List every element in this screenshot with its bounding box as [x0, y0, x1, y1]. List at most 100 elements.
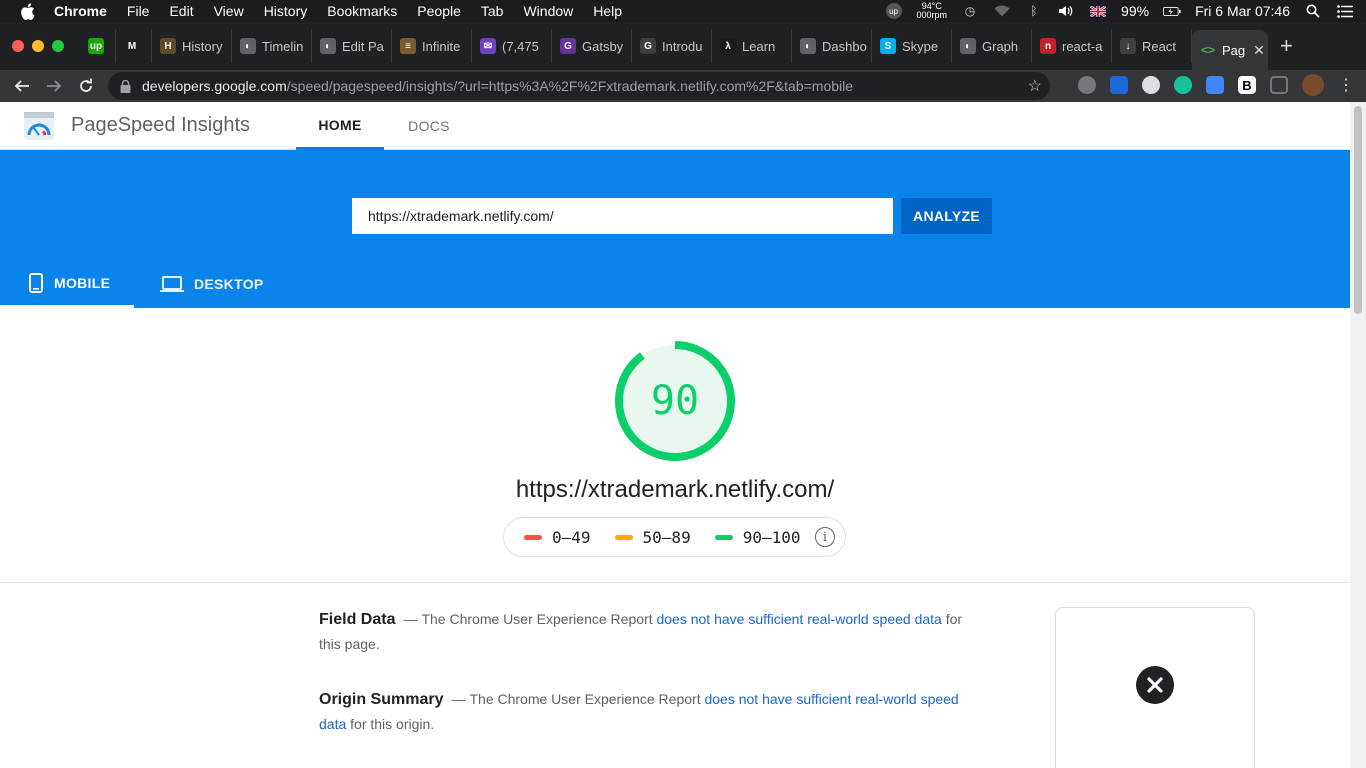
pagespeed-logo-icon[interactable]: [24, 112, 54, 140]
bookmark-star-icon[interactable]: ☆: [1028, 76, 1042, 96]
scored-url: https://xtrademark.netlify.com/: [515, 476, 835, 503]
browser-tab-label: react-a: [1062, 38, 1103, 54]
menu-help[interactable]: Help: [593, 3, 622, 19]
extension-grid-icon[interactable]: [1142, 76, 1160, 94]
close-icon[interactable]: [1136, 666, 1174, 704]
tab-mobile[interactable]: MOBILE: [0, 260, 134, 308]
lock-icon[interactable]: [120, 79, 132, 93]
site-icon: ≡: [400, 38, 416, 54]
laptop-icon: [160, 276, 184, 292]
address-bar[interactable]: developers.google.com /speed/pagespeed/i…: [108, 72, 1050, 100]
grammarly-icon[interactable]: [1174, 76, 1192, 94]
maximize-window-button[interactable]: [52, 40, 64, 52]
avatar[interactable]: [1302, 74, 1324, 96]
time-machine-icon[interactable]: ◷: [961, 4, 979, 18]
page-scrollbar[interactable]: [1350, 102, 1366, 768]
browser-tab[interactable]: ≡ Infinite: [392, 29, 472, 63]
apple-icon[interactable]: [20, 2, 38, 20]
temperature-readout[interactable]: 94°C 000rpm: [917, 2, 948, 20]
extension-gear-icon[interactable]: [1078, 76, 1096, 94]
extension-b-icon[interactable]: B: [1238, 76, 1256, 94]
back-button[interactable]: [6, 72, 38, 100]
globe-icon: ◐: [240, 38, 256, 54]
browser-tab-label: Gatsby: [582, 38, 624, 54]
url-input[interactable]: [352, 198, 893, 234]
globe-icon: ◐: [800, 38, 816, 54]
browser-tab[interactable]: ◐ Dashbo: [792, 29, 872, 63]
menu-file[interactable]: File: [127, 3, 150, 19]
menu-edit[interactable]: Edit: [169, 3, 193, 19]
upwork-status-icon[interactable]: up: [885, 3, 903, 19]
extension-s-icon[interactable]: [1110, 76, 1128, 94]
browser-tab[interactable]: λ Learn: [712, 29, 792, 63]
reload-button[interactable]: [70, 72, 102, 100]
info-icon[interactable]: i: [815, 527, 835, 547]
close-window-button[interactable]: [12, 40, 24, 52]
new-tab-button[interactable]: +: [1280, 33, 1293, 59]
browser-tab-strip: up M H History ◐ Timelin ◐ Edit Pa ≡ Infinite ✉ (7,…: [0, 22, 1366, 70]
learn-icon: λ: [720, 38, 736, 54]
browser-tab[interactable]: M: [116, 29, 152, 63]
menu-view[interactable]: View: [214, 3, 244, 19]
reading-list-icon[interactable]: [1270, 76, 1288, 94]
analyze-button[interactable]: ANALYZE: [901, 198, 992, 234]
menu-kebab-icon[interactable]: ⋮: [1338, 75, 1354, 95]
window-controls: [12, 40, 64, 52]
field-data-section: Field Data — The Chrome User Experience Re…: [319, 607, 979, 656]
menu-history[interactable]: History: [264, 3, 308, 19]
browser-tab[interactable]: <> Pag ✕: [1192, 30, 1268, 70]
browser-tab[interactable]: G Gatsby: [552, 29, 632, 63]
tab-docs[interactable]: DOCS: [384, 102, 474, 150]
section-divider: [0, 582, 1350, 583]
battery-icon[interactable]: [1163, 4, 1181, 18]
browser-tab-label: Introdu: [662, 38, 703, 54]
close-tab-icon[interactable]: ✕: [1253, 42, 1265, 59]
url-path: /speed/pagespeed/insights/?url=https%3A%…: [286, 78, 854, 94]
menu-window[interactable]: Window: [523, 3, 573, 19]
menu-bookmarks[interactable]: Bookmarks: [327, 3, 397, 19]
browser-tab[interactable]: n react-a: [1032, 29, 1112, 63]
pagespeed-icon: <>: [1200, 42, 1216, 58]
minimize-window-button[interactable]: [32, 40, 44, 52]
scrollbar-thumb[interactable]: [1354, 106, 1362, 314]
browser-toolbar: developers.google.com /speed/pagespeed/i…: [0, 70, 1366, 102]
origin-summary-section: Origin Summary — The Chrome User Experienc…: [319, 687, 979, 736]
clock[interactable]: Fri 6 Mar 07:46: [1195, 3, 1290, 19]
skype-icon: S: [880, 38, 896, 54]
brand-title[interactable]: PageSpeed Insights: [71, 114, 250, 137]
browser-tab[interactable]: G Introdu: [632, 29, 712, 63]
side-card: [1055, 607, 1255, 768]
tab-home[interactable]: HOME: [296, 102, 384, 150]
notification-center-icon[interactable]: [1336, 4, 1354, 18]
spotlight-search-icon[interactable]: [1304, 4, 1322, 18]
tab-desktop[interactable]: DESKTOP: [160, 260, 264, 308]
battery-percent[interactable]: 99%: [1121, 3, 1149, 19]
browser-tab[interactable]: ◐ Graph: [952, 29, 1032, 63]
browser-tab[interactable]: ◐ Timelin: [232, 29, 312, 63]
uk-flag-icon[interactable]: [1089, 4, 1107, 18]
translate-icon[interactable]: [1206, 76, 1224, 94]
volume-icon[interactable]: [1057, 4, 1075, 18]
bluetooth-icon[interactable]: ᛒ: [1025, 4, 1043, 18]
wifi-icon[interactable]: [993, 4, 1011, 18]
menu-chrome[interactable]: Chrome: [54, 3, 107, 19]
browser-tab[interactable]: ◐ Edit Pa: [312, 29, 392, 63]
legend-item-average: 50–89: [614, 528, 691, 547]
forward-button[interactable]: [38, 72, 70, 100]
history-icon: H: [160, 38, 176, 54]
score-legend: 0–49 50–89 90–100 i: [503, 517, 846, 557]
tab-list: up M H History ◐ Timelin ◐ Edit Pa ≡ Infinite ✉ (7,…: [80, 22, 1268, 70]
field-data-link[interactable]: does not have sufficient real-world spee…: [656, 611, 941, 627]
browser-tab-label: Timelin: [262, 38, 304, 54]
menu-people[interactable]: People: [417, 3, 461, 19]
browser-tab[interactable]: ✉ (7,475: [472, 29, 552, 63]
browser-tab[interactable]: up: [80, 29, 116, 63]
psi-header: PageSpeed Insights HOME DOCS: [0, 102, 1350, 150]
browser-tab[interactable]: H History: [152, 29, 232, 63]
upwork-icon: up: [88, 38, 104, 54]
browser-tab-label: Pag: [1222, 42, 1246, 58]
extensions-area: B ⋮: [1078, 74, 1354, 96]
menu-tab[interactable]: Tab: [481, 3, 504, 19]
browser-tab[interactable]: ↓ React: [1112, 29, 1192, 63]
browser-tab[interactable]: S Skype: [872, 29, 952, 63]
